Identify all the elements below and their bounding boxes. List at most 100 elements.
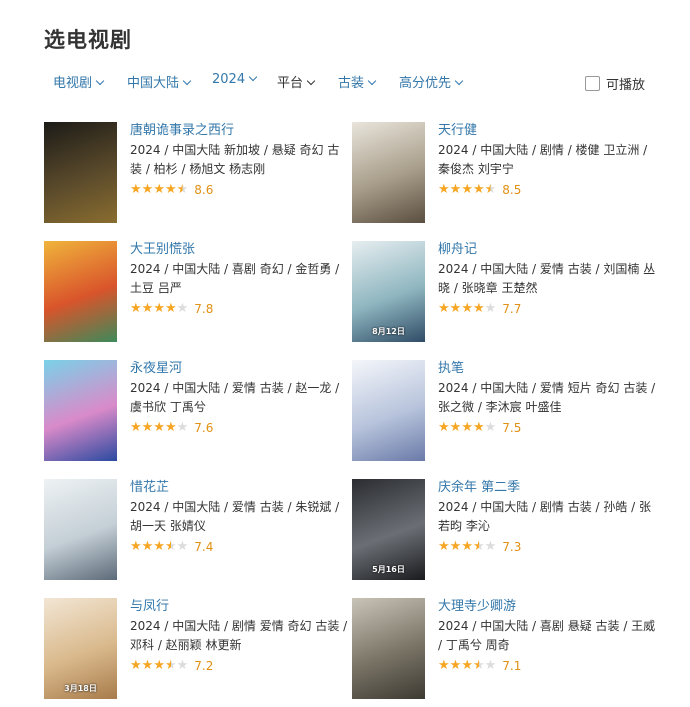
rating-stars-icon: ★★★★★: [130, 181, 188, 199]
star-icon: ★: [449, 301, 462, 316]
rating-score: 7.4: [194, 540, 214, 554]
rating-stars-icon: ★★★★★: [438, 419, 496, 437]
filter-label: 2024: [212, 72, 246, 87]
show-poster[interactable]: [44, 360, 117, 461]
show-title-link[interactable]: 柳舟记: [438, 241, 658, 259]
show-title-link[interactable]: 与凤行: [130, 598, 350, 616]
filter-label: 电视剧: [53, 76, 93, 91]
show-poster[interactable]: 3月18日: [44, 598, 117, 699]
filter-dropdown-1[interactable]: 中国大陆: [127, 72, 192, 91]
show-rating: ★★★★★ 7.3: [438, 538, 658, 556]
star-icon: ★: [176, 658, 189, 673]
star-icon: ★: [176, 539, 189, 554]
show-title-link[interactable]: 大王别慌张: [130, 241, 350, 259]
star-icon: ★: [484, 539, 497, 554]
show-title-link[interactable]: 惜花芷: [130, 479, 350, 497]
show-info: 唐朝诡事录之西行 2024 / 中国大陆 新加坡 / 悬疑 奇幻 古装 / 柏杉 …: [130, 122, 350, 199]
rating-stars-icon: ★★★★★: [130, 657, 188, 675]
show-meta: 2024 / 中国大陆 / 喜剧 悬疑 古装 / 王威 / 丁禹兮 周奇: [438, 619, 656, 652]
show-rating: ★★★★★ 8.6: [130, 181, 350, 199]
show-title-link[interactable]: 唐朝诡事录之西行: [130, 122, 350, 140]
show-card: 8月12日 柳舟记 2024 / 中国大陆 / 爱情 古装 / 刘国楠 丛晓 / 张…: [352, 241, 672, 345]
show-meta: 2024 / 中国大陆 / 剧情 古装 / 孙皓 / 张若昀 李沁: [438, 500, 652, 533]
show-rating: ★★★★★ 7.6: [130, 419, 350, 437]
show-info: 庆余年 第二季 2024 / 中国大陆 / 剧情 古装 / 孙皓 / 张若昀 李沁…: [438, 479, 658, 556]
show-meta: 2024 / 中国大陆 / 爱情 短片 奇幻 古装 / 张之微 / 李沐宸 叶盛…: [438, 381, 656, 414]
show-card: 3月18日 与凤行 2024 / 中国大陆 / 剧情 爱情 奇幻 古装 / 邓科 /…: [44, 598, 364, 702]
show-rating: ★★★★★ 7.4: [130, 538, 350, 556]
chevron-down-icon: [367, 76, 377, 86]
star-icon: ★: [176, 301, 189, 316]
rating-score: 7.6: [194, 421, 214, 435]
rating-stars-icon: ★★★★★: [438, 300, 496, 318]
show-poster[interactable]: [44, 241, 117, 342]
show-title-link[interactable]: 执笔: [438, 360, 658, 378]
filter-dropdown-2[interactable]: 2024: [212, 72, 258, 87]
show-card: 永夜星河 2024 / 中国大陆 / 爱情 古装 / 赵一龙 / 虞书欣 丁禹兮 ★…: [44, 360, 364, 464]
show-info: 大理寺少卿游 2024 / 中国大陆 / 喜剧 悬疑 古装 / 王威 / 丁禹兮 …: [438, 598, 658, 675]
star-icon: ★: [472, 658, 485, 673]
star-icon: ★: [153, 301, 165, 316]
poster-release-date: 5月16日: [372, 565, 405, 574]
rating-stars-icon: ★★★★★: [438, 538, 496, 556]
rating-score: 7.8: [194, 302, 214, 316]
star-icon: ★: [176, 420, 189, 435]
star-icon: ★: [449, 658, 462, 673]
show-rating: ★★★★★ 7.1: [438, 657, 658, 675]
star-icon: ★: [438, 420, 450, 435]
chevron-down-icon: [182, 76, 192, 86]
star-icon: ★: [153, 539, 165, 554]
playable-label: 可播放: [606, 78, 646, 93]
star-icon: ★: [164, 182, 177, 197]
star-icon: ★: [449, 539, 462, 554]
rating-score: 7.5: [502, 421, 522, 435]
star-icon: ★: [461, 658, 473, 673]
show-meta: 2024 / 中国大陆 / 剧情 爱情 奇幻 古装 / 邓科 / 赵丽颖 林更新: [130, 619, 348, 652]
star-icon: ★: [484, 182, 497, 197]
star-icon: ★: [164, 539, 177, 554]
star-icon: ★: [472, 301, 485, 316]
show-poster[interactable]: 8月12日: [352, 241, 425, 342]
star-icon: ★: [141, 182, 154, 197]
filter-dropdown-0[interactable]: 电视剧: [53, 72, 105, 91]
star-icon: ★: [472, 420, 485, 435]
show-poster[interactable]: [44, 479, 117, 580]
rating-score: 7.2: [194, 659, 214, 673]
filter-dropdown-3[interactable]: 平台: [277, 72, 316, 91]
show-meta: 2024 / 中国大陆 / 爱情 古装 / 刘国楠 丛晓 / 张晓章 王楚然: [438, 262, 656, 295]
show-meta: 2024 / 中国大陆 / 剧情 / 楼健 卫立洲 / 秦俊杰 刘宇宁: [438, 143, 648, 176]
star-icon: ★: [449, 182, 462, 197]
show-info: 执笔 2024 / 中国大陆 / 爱情 短片 奇幻 古装 / 张之微 / 李沐宸 …: [438, 360, 658, 437]
playable-checkbox[interactable]: [585, 76, 600, 91]
star-icon: ★: [484, 658, 497, 673]
show-poster[interactable]: [352, 598, 425, 699]
filter-dropdown-4[interactable]: 古装: [338, 72, 377, 91]
rating-stars-icon: ★★★★★: [130, 538, 188, 556]
show-poster[interactable]: [352, 122, 425, 223]
show-poster[interactable]: [352, 360, 425, 461]
show-poster[interactable]: 5月16日: [352, 479, 425, 580]
filter-dropdown-5[interactable]: 高分优先: [399, 72, 464, 91]
filter-label: 高分优先: [399, 76, 452, 91]
show-title-link[interactable]: 庆余年 第二季: [438, 479, 658, 497]
show-title-link[interactable]: 永夜星河: [130, 360, 350, 378]
show-title-link[interactable]: 大理寺少卿游: [438, 598, 658, 616]
star-icon: ★: [164, 420, 177, 435]
filter-label: 中国大陆: [127, 76, 180, 91]
show-title-link[interactable]: 天行健: [438, 122, 658, 140]
show-meta: 2024 / 中国大陆 / 爱情 古装 / 朱锐斌 / 胡一天 张婧仪: [130, 500, 340, 533]
playable-toggle[interactable]: 可播放: [585, 74, 645, 93]
filter-bar: 电视剧 中国大陆 2024 平台 古装 高分优先: [53, 72, 653, 94]
show-card: 执笔 2024 / 中国大陆 / 爱情 短片 奇幻 古装 / 张之微 / 李沐宸 …: [352, 360, 672, 464]
show-info: 永夜星河 2024 / 中国大陆 / 爱情 古装 / 赵一龙 / 虞书欣 丁禹兮 ★…: [130, 360, 350, 437]
star-icon: ★: [153, 658, 165, 673]
star-icon: ★: [484, 420, 497, 435]
show-card: 惜花芷 2024 / 中国大陆 / 爱情 古装 / 朱锐斌 / 胡一天 张婧仪 ★★…: [44, 479, 364, 583]
show-meta: 2024 / 中国大陆 / 喜剧 奇幻 / 金哲勇 / 土豆 吕严: [130, 262, 340, 295]
show-info: 与凤行 2024 / 中国大陆 / 剧情 爱情 奇幻 古装 / 邓科 / 赵丽颖 …: [130, 598, 350, 675]
star-icon: ★: [461, 539, 473, 554]
star-icon: ★: [438, 301, 450, 316]
star-icon: ★: [438, 658, 450, 673]
star-icon: ★: [449, 420, 462, 435]
show-poster[interactable]: [44, 122, 117, 223]
